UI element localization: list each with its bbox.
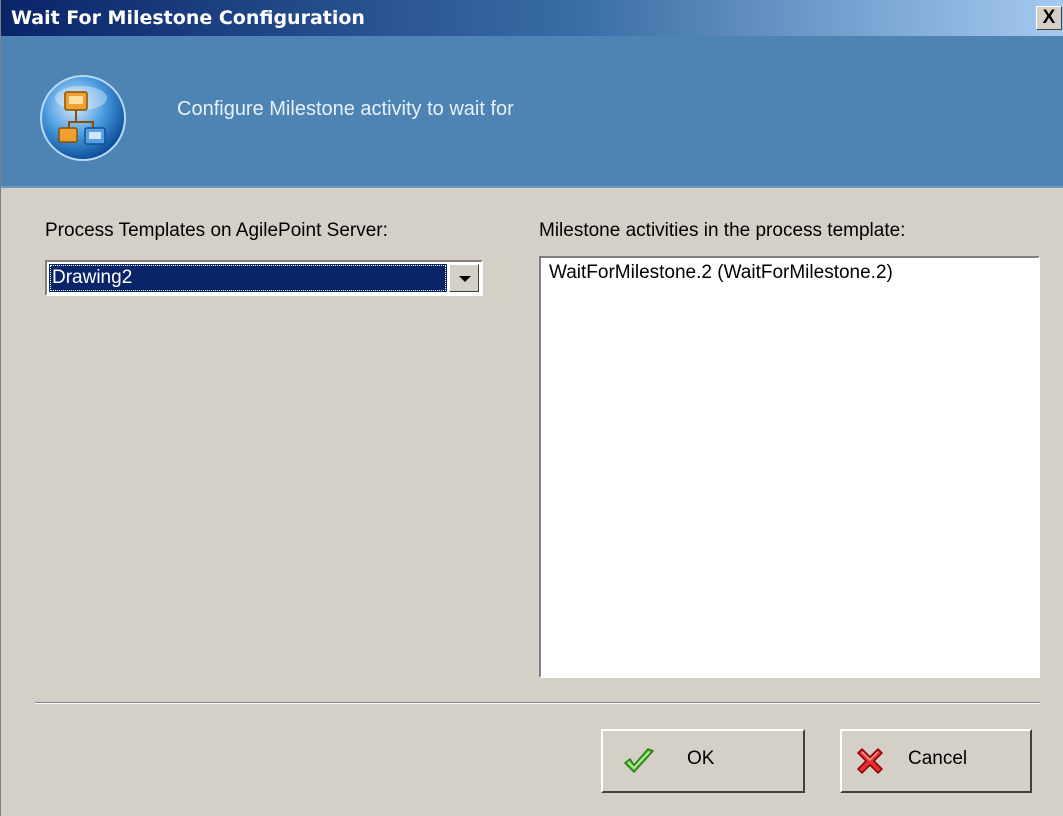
dialog-window: Wait For Milestone Configuration X Confi… bbox=[0, 0, 1063, 816]
header-banner: Configure Milestone activity to wait for bbox=[1, 36, 1063, 188]
window-title: Wait For Milestone Configuration bbox=[11, 7, 365, 29]
ok-button-label: OK bbox=[687, 748, 715, 769]
ok-button[interactable]: OK bbox=[601, 729, 805, 793]
list-item[interactable]: WaitForMilestone.2 (WaitForMilestone.2) bbox=[549, 262, 893, 284]
milestone-activities-list[interactable]: WaitForMilestone.2 (WaitForMilestone.2) bbox=[539, 256, 1040, 678]
cancel-button-label: Cancel bbox=[908, 748, 968, 769]
title-bar[interactable]: Wait For Milestone Configuration X bbox=[1, 0, 1063, 36]
close-icon: X bbox=[1042, 7, 1056, 28]
cancel-button[interactable]: Cancel bbox=[840, 729, 1032, 793]
milestone-activities-label: Milestone activities in the process temp… bbox=[539, 220, 906, 241]
close-button[interactable]: X bbox=[1036, 6, 1062, 30]
process-template-dropdown[interactable]: Drawing2 bbox=[45, 260, 483, 296]
chevron-down-icon[interactable] bbox=[449, 264, 479, 292]
banner-description: Configure Milestone activity to wait for bbox=[177, 98, 514, 120]
process-template-selected-value[interactable]: Drawing2 bbox=[49, 264, 447, 292]
divider bbox=[35, 702, 1040, 704]
checkmark-icon bbox=[624, 748, 654, 773]
process-templates-label: Process Templates on AgilePoint Server: bbox=[45, 220, 388, 241]
process-template-icon bbox=[40, 75, 126, 161]
red-x-icon bbox=[857, 748, 883, 774]
